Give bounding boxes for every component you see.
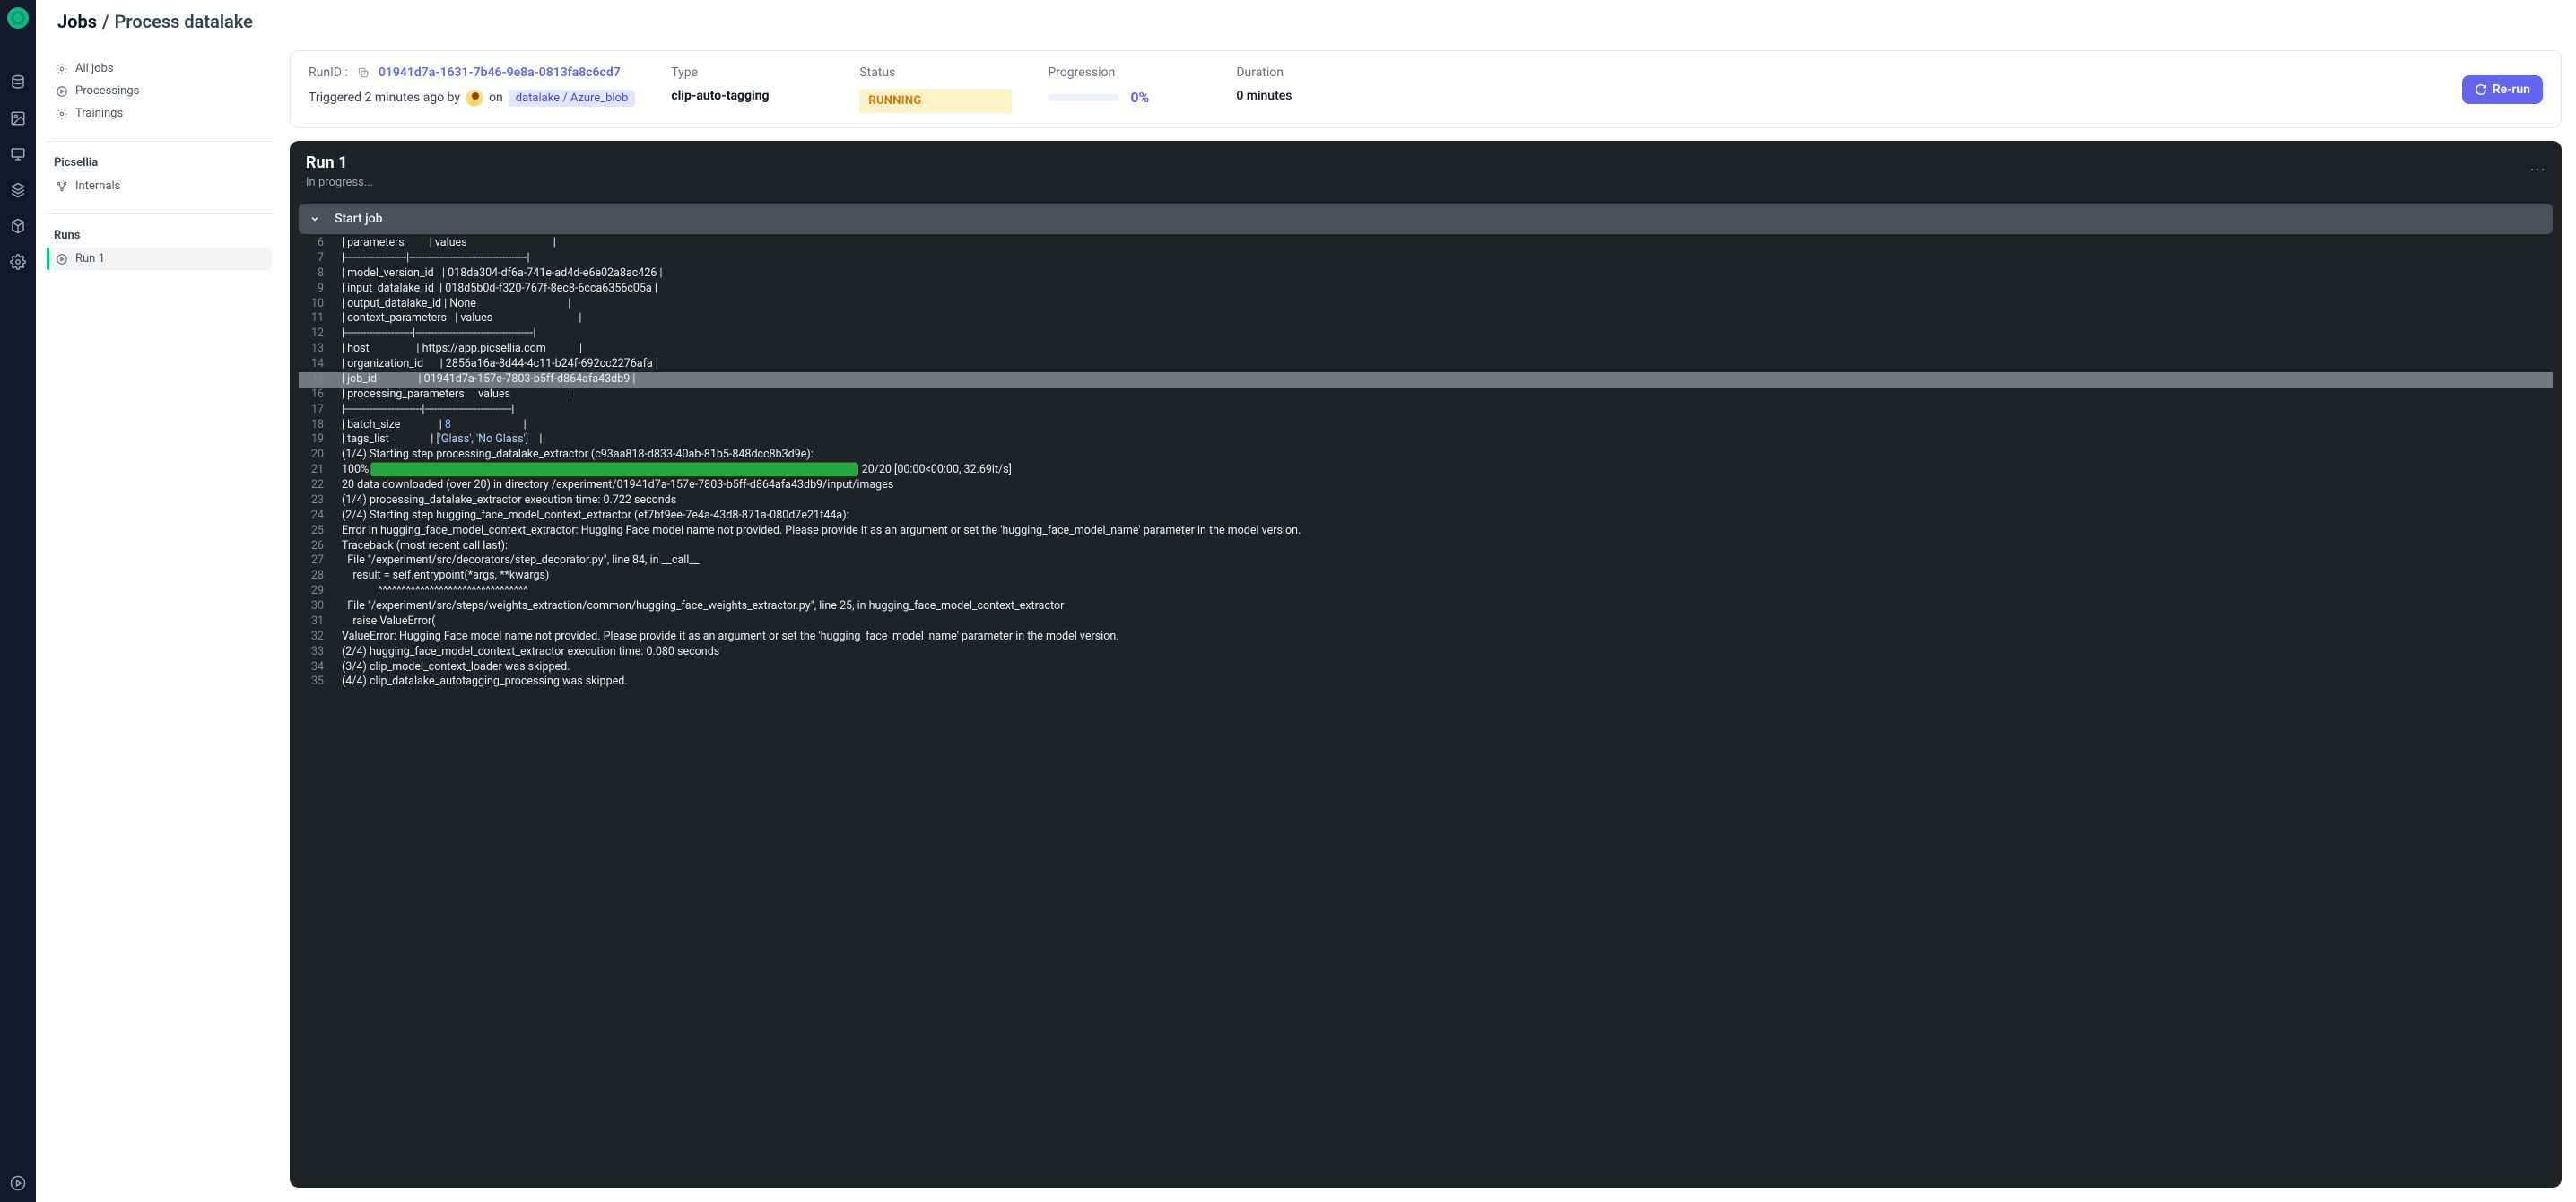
sidebar-item-label: Trainings — [75, 107, 123, 120]
breadcrumb: Jobs / Process datalake — [36, 0, 2576, 43]
log-line: 8| model_version_id | 018da304-df6a-741e… — [299, 266, 2553, 282]
log-line: 12|----------------------|--------------… — [299, 327, 2553, 342]
gear-icon — [56, 108, 68, 120]
runid-value[interactable]: 01941d7a-1631-7b46-9e8a-0813fa8c6cd7 — [379, 65, 621, 80]
log-line: 24(2/4) Starting step hugging_face_model… — [299, 509, 2553, 524]
duration-label: Duration — [1236, 65, 1388, 80]
rerun-button[interactable]: Re-run — [2462, 75, 2543, 104]
log-line: 15| job_id | 01941d7a-157e-7803-b5ff-d86… — [299, 372, 2553, 388]
avatar[interactable] — [466, 89, 483, 107]
more-icon[interactable]: ⋯ — [2529, 161, 2547, 179]
log-line: 13| host | https://app.picsellia.com | — [299, 342, 2553, 357]
breadcrumb-page: Process datalake — [115, 11, 253, 32]
sidebar-item-label: Run 1 — [75, 252, 105, 266]
run-panel: Run 1 In progress... ⋯ Start job 6| para… — [290, 141, 2562, 1188]
log-line: 27 File "/experiment/src/decorators/step… — [299, 553, 2553, 569]
package-icon[interactable] — [10, 218, 26, 234]
type-label: Type — [671, 65, 823, 80]
sidebar-item-label: All jobs — [75, 62, 114, 75]
image-icon[interactable] — [10, 110, 26, 126]
log-line: 29 ^^^^^^^^^^^^^^^^^^^^^^^^^^^^^^^^ — [299, 584, 2553, 599]
log-line: 34(3/4) clip_model_context_loader was sk… — [299, 660, 2553, 675]
sidebar-item-label: Processings — [75, 84, 139, 98]
main-column: Jobs / Process datalake All jobs Process… — [36, 0, 2576, 1202]
log-line: 2220 data downloaded (over 20) in direct… — [299, 478, 2553, 493]
divider — [47, 141, 272, 142]
log-section-title: Start job — [335, 212, 382, 226]
settings-icon[interactable] — [10, 254, 26, 270]
runid-label: RunID : — [309, 65, 348, 80]
log-line: 30 File "/experiment/src/steps/weights_e… — [299, 599, 2553, 614]
sidebar-item-run-1[interactable]: Run 1 — [47, 248, 272, 270]
chevron-down-icon — [309, 213, 320, 224]
play-circle-icon[interactable] — [10, 1175, 26, 1191]
log-line: 33(2/4) hugging_face_model_context_extra… — [299, 645, 2553, 660]
triggered-text: Triggered 2 minutes ago by — [309, 91, 460, 105]
sidebar-item-processings[interactable]: Processings — [47, 80, 272, 102]
log-line: 20(1/4) Starting step processing_datalak… — [299, 448, 2553, 463]
nodes-icon — [56, 180, 68, 193]
app-root: Jobs / Process datalake All jobs Process… — [0, 0, 2576, 1202]
sidebar-group-picsellia: Picsellia — [47, 151, 272, 175]
progress-bar — [1048, 94, 1119, 101]
log-line: 23(1/4) processing_datalake_extractor ex… — [299, 493, 2553, 509]
run-subtitle: In progress... — [306, 176, 2546, 189]
breadcrumb-root[interactable]: Jobs — [57, 11, 97, 32]
log-output[interactable]: 6| parameters | values |7|--------------… — [290, 234, 2562, 1188]
layers-icon[interactable] — [10, 182, 26, 198]
log-line: 31 raise ValueError( — [299, 614, 2553, 630]
sidebar-group-runs: Runs — [47, 223, 272, 248]
sidebar-item-internals[interactable]: Internals — [47, 175, 272, 197]
breadcrumb-sep: / — [102, 11, 109, 32]
play-circle-icon — [56, 85, 68, 98]
log-line: 25Error in hugging_face_model_context_ex… — [299, 524, 2553, 539]
log-line: 6| parameters | values | — [299, 236, 2553, 251]
sidebar-item-label: Internals — [75, 179, 120, 193]
status-label: Status — [859, 65, 1012, 80]
log-line: 28 result = self.entrypoint(*args, **kwa… — [299, 569, 2553, 584]
type-value: clip-auto-tagging — [671, 89, 823, 103]
context-pill[interactable]: datalake / Azure_blob — [509, 90, 636, 107]
run-title: Run 1 — [306, 153, 2546, 172]
status-badge: RUNNING — [859, 89, 1012, 113]
rerun-label: Re-run — [2493, 83, 2530, 97]
log-line: 17|-------------------------|-----------… — [299, 403, 2553, 418]
sidebar-item-trainings[interactable]: Trainings — [47, 102, 272, 125]
log-line: 26Traceback (most recent call last): — [299, 539, 2553, 554]
log-line: 35(4/4) clip_datalake_autotagging_proces… — [299, 675, 2553, 690]
progress-value: 0% — [1130, 89, 1149, 106]
play-circle-icon — [56, 253, 68, 266]
log-line: 21100%|█████████████████████████████████… — [299, 463, 2553, 478]
log-line: 11| context_parameters | values | — [299, 311, 2553, 327]
log-line: 9| input_datalake_id | 018d5b0d-f320-767… — [299, 282, 2553, 297]
copy-icon[interactable] — [357, 66, 370, 79]
duration-value: 0 minutes — [1236, 89, 1388, 103]
log-line: 7|--------------------|-----------------… — [299, 251, 2553, 266]
run-info-card: RunID : 01941d7a-1631-7b46-9e8a-0813fa8c… — [290, 50, 2562, 128]
gear-icon — [56, 63, 68, 75]
log-line: 16| processing_parameters | values | — [299, 388, 2553, 403]
left-rail — [0, 0, 36, 1202]
log-line: 14| organization_id | 2856a16a-8d44-4c11… — [299, 357, 2553, 372]
progress-label: Progression — [1048, 65, 1200, 80]
triggered-on: on — [489, 91, 503, 105]
log-line: 32ValueError: Hugging Face model name no… — [299, 630, 2553, 645]
brand-logo[interactable] — [7, 7, 29, 29]
log-section-header[interactable]: Start job — [299, 204, 2553, 234]
sidebar-item-all-jobs[interactable]: All jobs — [47, 57, 272, 80]
content: RunID : 01941d7a-1631-7b46-9e8a-0813fa8c… — [283, 43, 2576, 1202]
refresh-icon — [2475, 83, 2487, 96]
log-line: 19| tags_list | ['Glass', 'No Glass'] | — [299, 432, 2553, 448]
database-icon[interactable] — [10, 74, 26, 91]
log-line: 18| batch_size | 8 | — [299, 418, 2553, 433]
sidebar: All jobs Processings Trainings Picsellia — [36, 43, 283, 1202]
log-line: 10| output_datalake_id | None | — [299, 297, 2553, 312]
presentation-icon[interactable] — [10, 146, 26, 162]
divider — [47, 213, 272, 214]
